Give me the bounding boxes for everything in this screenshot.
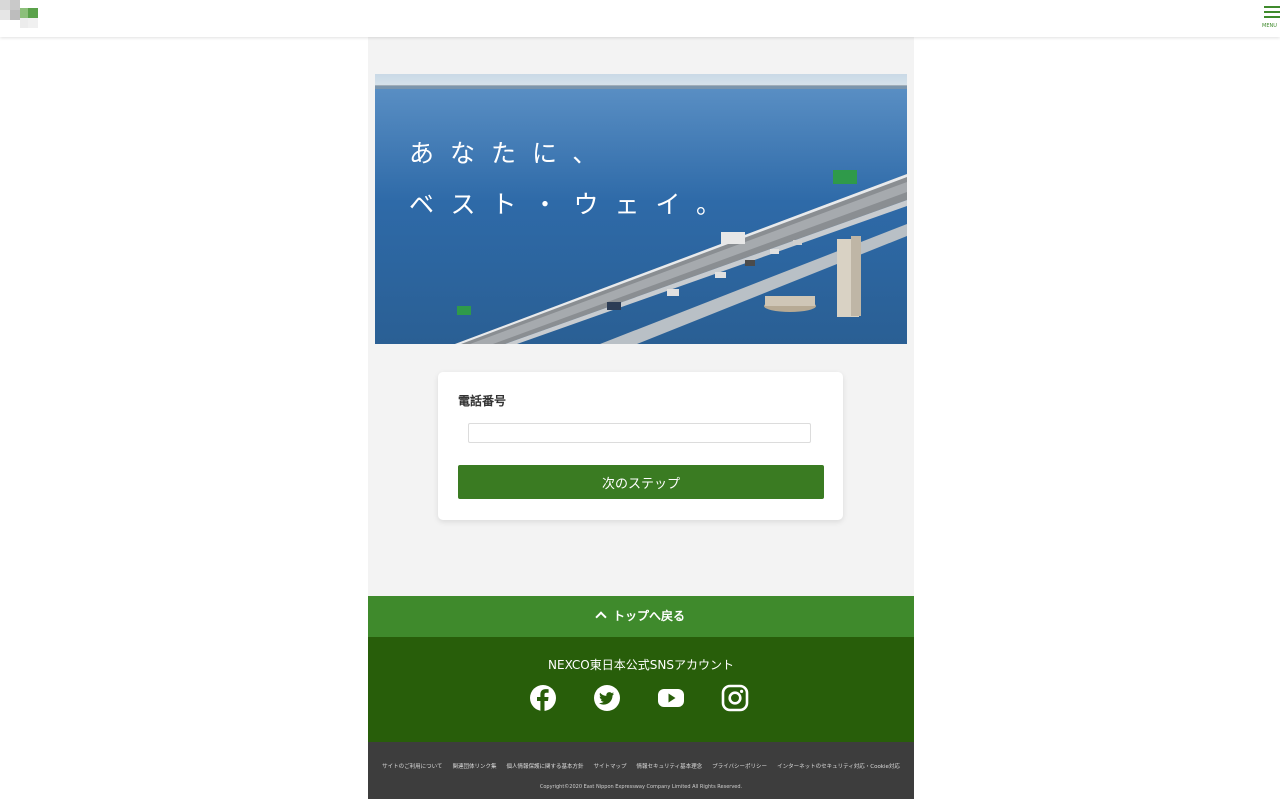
phone-number-label: 電話番号 [458,394,507,408]
hero-banner: あなたに、 ベスト・ウェイ。 [375,74,907,344]
instagram-icon[interactable] [721,684,749,712]
phone-form-card: 電話番号 次のステップ [438,372,843,520]
youtube-icon[interactable] [657,684,685,712]
footer-link-privacy-basic[interactable]: 個人情報保護に関する基本方針 [506,764,583,770]
sns-section: NEXCO東日本公式SNSアカウント [368,637,914,742]
main-column: あなたに、 ベスト・ウェイ。 電話番号 次のステップ トップへ戻る NEXCO東… [368,37,914,799]
footer-link-security-policy[interactable]: 情報セキュリティ基本理念 [636,764,702,770]
menu-icon [1264,6,1280,8]
twitter-icon[interactable] [593,684,621,712]
footer-link-related-orgs[interactable]: 関連団体リンク集 [452,764,496,770]
hamburger-menu-button[interactable]: MENU [1262,6,1280,30]
back-to-top-button[interactable]: トップへ戻る [368,596,914,637]
footer-link-cookie[interactable]: インターネットのセキュリティ対応・Cookie対応 [777,764,900,770]
hero-tagline-line2: ベスト・ウェイ。 [409,190,738,219]
copyright-text: Copyright©2020 East Nippon Expressway Co… [539,784,743,790]
chevron-up-icon [595,611,607,623]
facebook-icon[interactable] [529,684,557,712]
sns-title: NEXCO東日本公式SNSアカウント [548,658,734,672]
site-logo[interactable] [0,0,40,30]
next-step-button[interactable]: 次のステップ [458,465,824,499]
footer-link-privacy-policy[interactable]: プライバシーポリシー [712,764,767,770]
phone-number-input[interactable] [468,423,811,443]
footer: サイトのご利用について 関連団体リンク集 個人情報保護に関する基本方針 サイトマップ 情… [368,742,914,799]
hero-tagline-line1: あなたに、 [409,139,614,168]
footer-link-sitemap[interactable]: サイトマップ [593,764,626,770]
top-header-bar: MENU [0,0,1280,37]
menu-label: MENU [1262,23,1277,29]
back-to-top-label: トップへ戻る [612,609,685,623]
footer-link-site-usage[interactable]: サイトのご利用について [382,764,442,770]
footer-links: サイトのご利用について 関連団体リンク集 個人情報保護に関する基本方針 サイトマップ 情… [368,753,914,772]
